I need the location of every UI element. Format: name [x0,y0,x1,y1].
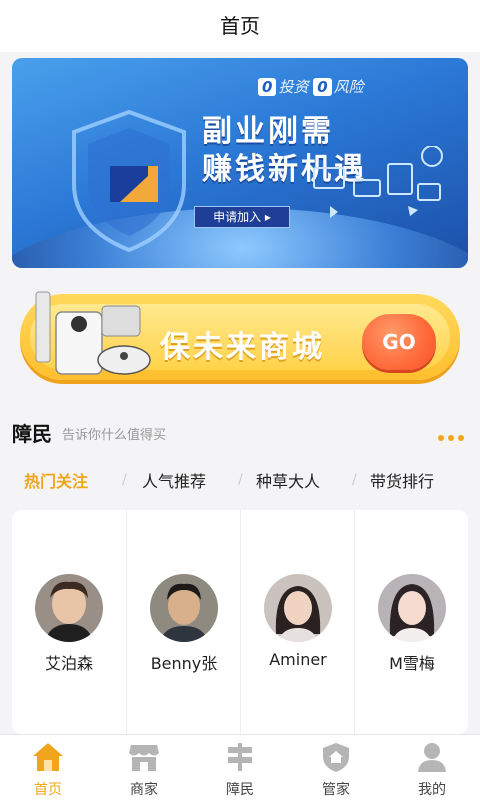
office-items-decoration-icon [313,146,443,218]
promo-banner-side-income[interactable]: 0 投资 0 风险 副业刚需 赚钱新机遇 申请加入 ▸ [12,58,468,268]
avatar [150,574,218,642]
zero-investment-tag: 0 投资 0 风险 [258,76,364,97]
tab-hot-follow[interactable]: 热门关注 [24,468,88,492]
top-bar: 首页 [0,0,480,52]
nav-label: 障民 [226,782,254,798]
person-card[interactable]: Aminer [240,510,354,734]
apply-join-button[interactable]: 申请加入 ▸ [194,206,290,228]
tab-influencers[interactable]: 种草大人 [256,468,320,492]
shield-logo-icon [72,109,186,253]
person-name: 艾泊森 [44,654,93,673]
user-icon [418,743,446,772]
tab-separator: / [238,472,243,488]
nav-label: 管家 [322,782,350,798]
more-dots-icon[interactable] [434,426,468,441]
store-icon [129,745,159,771]
avatar [264,574,332,642]
person-card[interactable]: Benny张 [126,510,240,734]
home-icon [33,743,63,771]
nav-steward[interactable]: 管家 [288,735,384,800]
appliances-illustration-icon [35,291,151,375]
page-title: 首页 [220,14,260,38]
person-card[interactable]: 艾泊森 [12,510,126,734]
tab-separator: / [122,472,127,488]
person-name: Benny张 [150,654,218,673]
nav-label: 首页 [34,782,62,798]
mall-title: 保未来商城 [160,330,325,365]
avatar [378,574,446,642]
tab-popular[interactable]: 人气推荐 [142,468,206,492]
nav-label: 商家 [130,782,158,798]
nav-label: 我的 [418,782,446,798]
bottom-navigation: 首页 商家 障民 管家 我的 [0,734,480,800]
nav-mine[interactable]: 我的 [384,735,480,800]
tag-text-risk: 风险 [333,78,364,96]
section-title: 障民 [12,422,52,446]
person-name: M雪梅 [389,654,435,673]
shield-house-icon [323,743,349,772]
signpost-icon [228,743,252,771]
section-subtitle: 告诉你什么值得买 [62,428,167,443]
category-tabs: 热门关注 / 人气推荐 / 种草大人 / 带货排行 [0,462,480,494]
nav-zhangmin[interactable]: 障民 [192,735,288,800]
go-button[interactable]: GO [362,314,436,370]
avatar [35,574,103,642]
tab-sales-ranking[interactable]: 带货排行 [370,468,434,492]
section-header: 障民 告诉你什么值得买 [12,414,468,446]
tag-text-invest: 投资 [278,78,309,96]
person-card[interactable]: M雪梅 [354,510,468,734]
person-name: Aminer [269,650,327,669]
people-card-list: 艾泊森 Benny张 Aminer M雪梅 [12,510,468,734]
mall-banner[interactable]: 保未来商城 GO [12,278,468,396]
zero-badge: 0 [258,78,277,96]
nav-home[interactable]: 首页 [0,735,96,800]
tab-separator: / [352,472,357,488]
zero-badge: 0 [313,78,332,96]
nav-merchants[interactable]: 商家 [96,735,192,800]
